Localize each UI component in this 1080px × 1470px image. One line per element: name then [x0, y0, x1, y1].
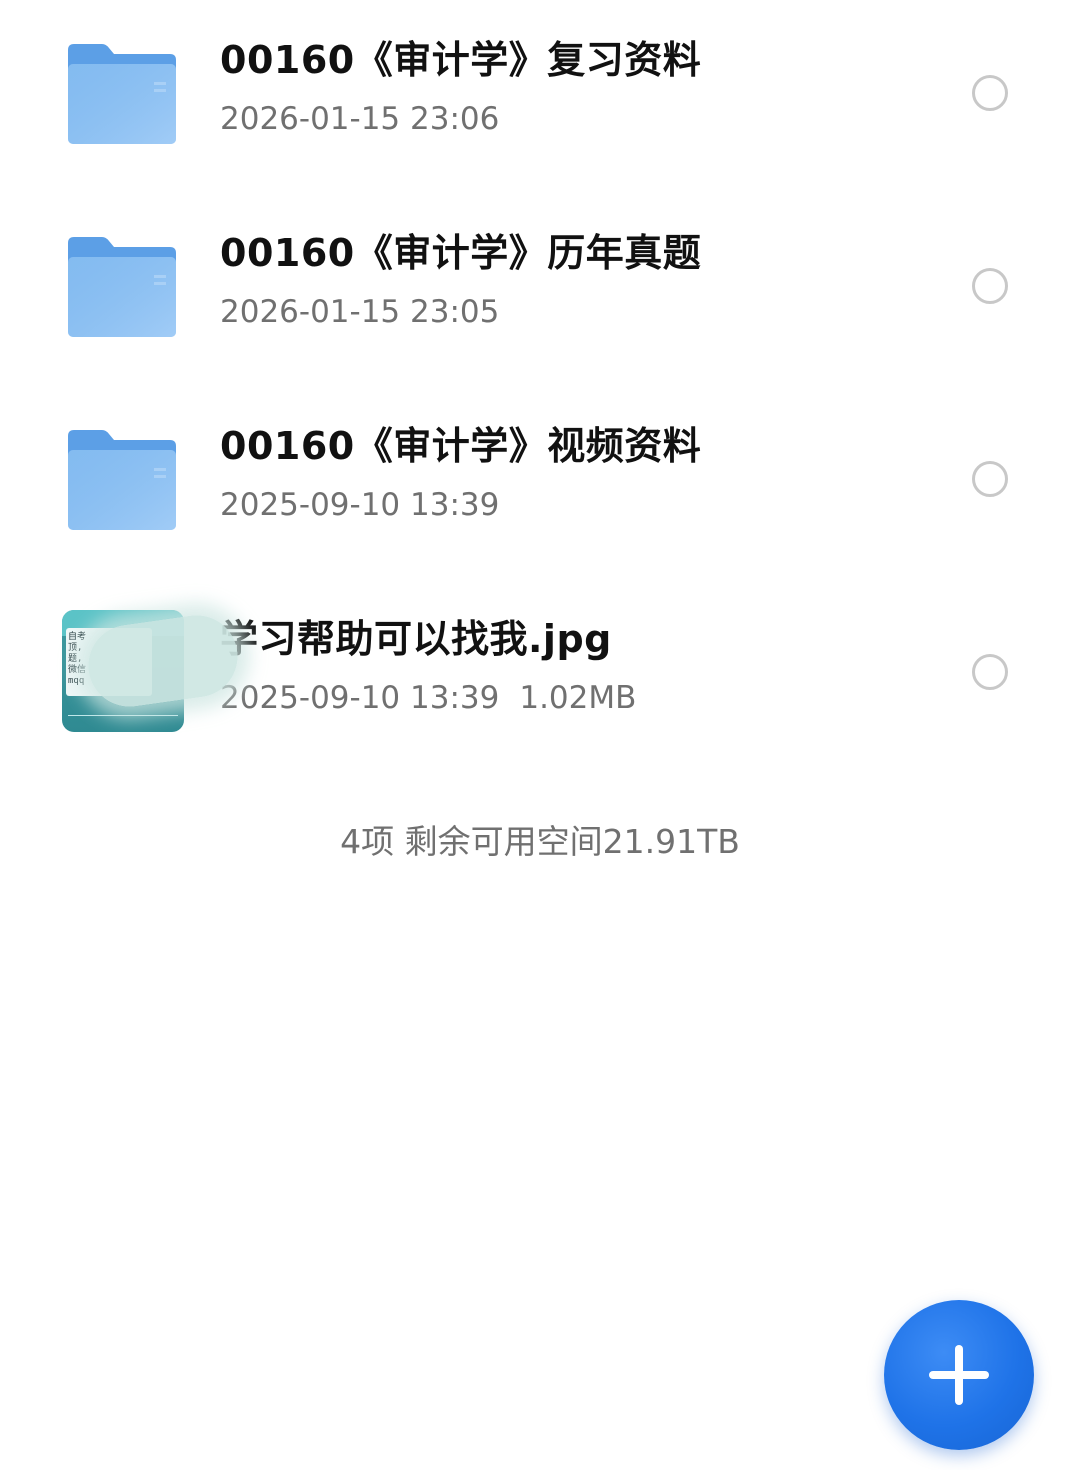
file-meta: 2025-09-10 13:39	[220, 484, 499, 526]
select-checkbox[interactable]	[972, 654, 1008, 690]
file-modified: 2025-09-10 13:39	[220, 487, 500, 523]
list-item[interactable]: 00160《审计学》历年真题 2026-01-15 23:05	[0, 193, 1080, 386]
select-checkbox[interactable]	[972, 461, 1008, 497]
thumbnail-text: 自考 顶, 题, 微信 mqq	[68, 632, 87, 686]
select-checkbox[interactable]	[972, 268, 1008, 304]
file-meta: 2026-01-15 23:05	[220, 291, 499, 333]
thumbnail-footer	[68, 715, 178, 726]
folder-icon	[66, 428, 178, 532]
file-modified: 2026-01-15 23:05	[220, 294, 500, 330]
file-name: 00160《审计学》复习资料	[220, 38, 702, 82]
file-name: 学习帮助可以找我.jpg	[220, 617, 612, 661]
file-modified: 2025-09-10 13:39	[220, 680, 500, 716]
add-button[interactable]	[884, 1300, 1034, 1450]
file-size: 1.02MB	[519, 680, 637, 716]
plus-icon	[955, 1345, 963, 1405]
file-name: 00160《审计学》历年真题	[220, 231, 702, 275]
storage-summary: 4项 剩余可用空间21.91TB	[340, 822, 740, 861]
file-browser-screen: 00160《审计学》复习资料 2026-01-15 23:06 00160《审计…	[0, 0, 1080, 1470]
file-meta: 2025-09-10 13:39 1.02MB	[220, 677, 636, 719]
select-checkbox[interactable]	[972, 75, 1008, 111]
file-modified: 2026-01-15 23:06	[220, 101, 500, 137]
folder-icon	[66, 235, 178, 339]
list-item[interactable]: 00160《审计学》复习资料 2026-01-15 23:06	[0, 0, 1080, 193]
folder-icon	[66, 42, 178, 146]
file-name: 00160《审计学》视频资料	[220, 424, 702, 468]
file-meta: 2026-01-15 23:06	[220, 98, 499, 140]
list-item[interactable]: 00160《审计学》视频资料 2025-09-10 13:39	[0, 386, 1080, 579]
